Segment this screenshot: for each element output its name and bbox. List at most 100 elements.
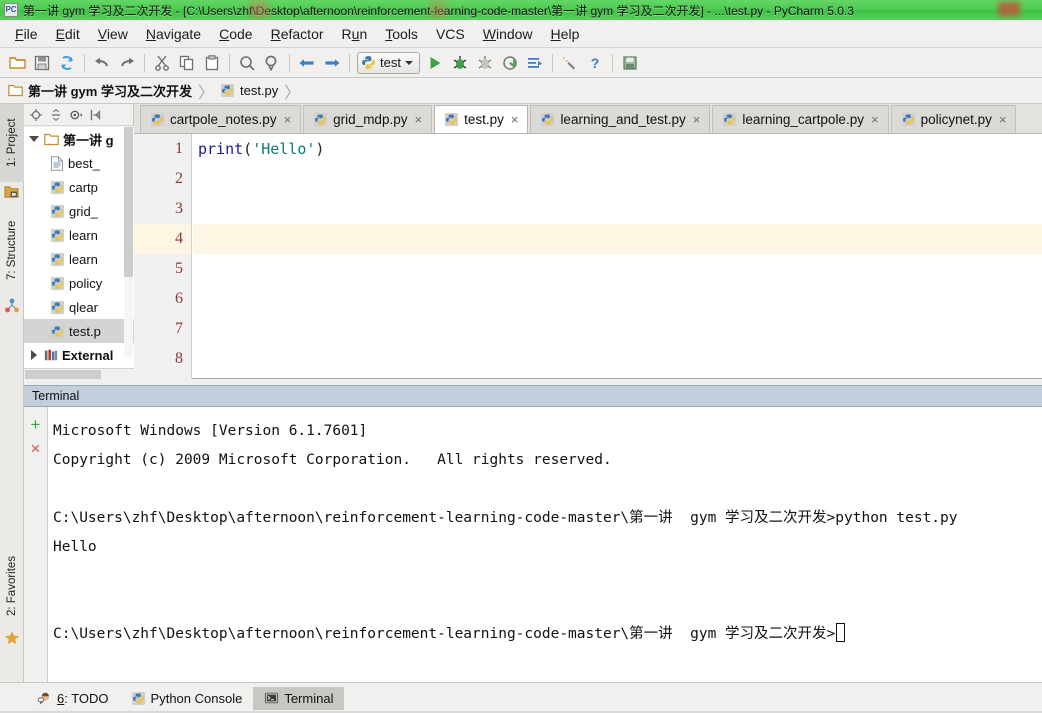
project-tree-hscrollbar[interactable] (24, 368, 134, 379)
tree-item-1[interactable]: best_ (24, 151, 134, 175)
menu-navigate[interactable]: Navigate (138, 23, 209, 45)
chevron-down-icon[interactable] (28, 136, 40, 142)
sidebar-item-project[interactable]: 1: Project (0, 104, 24, 182)
tree-item-0[interactable]: 第一讲 g (24, 127, 134, 151)
breadcrumb-item-1[interactable]: test.py (220, 83, 284, 98)
back-icon[interactable] (295, 51, 319, 75)
scrollbar-thumb[interactable] (124, 127, 133, 277)
editor-tab-learning_and_test-py[interactable]: learning_and_test.py × (530, 105, 711, 133)
redo-icon[interactable] (115, 51, 139, 75)
save-all-icon[interactable] (30, 51, 54, 75)
menu-file[interactable]: File (7, 23, 46, 45)
statusbar-6-todo[interactable]: 6: TODO (26, 687, 120, 710)
statusbar-python-console[interactable]: Python Console (120, 687, 254, 710)
breadcrumb-item-0[interactable]: 第一讲 gym 学习及二次开发 (8, 81, 198, 100)
close-icon[interactable]: × (999, 112, 1007, 127)
chevron-down-icon[interactable] (404, 60, 413, 65)
gutter-line-7[interactable]: 7 (134, 314, 191, 344)
code-editor[interactable]: 1 2 3 4 5 6 7 8 print('Hello') (134, 134, 1042, 379)
code-line-1[interactable]: print('Hello') (193, 134, 1042, 164)
tree-item-3[interactable]: grid_ (24, 199, 134, 223)
code-line-8[interactable] (193, 344, 1042, 374)
editor-tab-test-py[interactable]: test.py × (434, 105, 529, 133)
find-icon[interactable] (235, 51, 259, 75)
tree-item-2[interactable]: cartp (24, 175, 134, 199)
statusbar-terminal[interactable]: Terminal (253, 686, 345, 710)
menu-code[interactable]: Code (211, 23, 260, 45)
gutter-line-6[interactable]: 6 (134, 284, 191, 314)
menu-run[interactable]: Run (334, 23, 376, 45)
close-icon[interactable]: × (871, 112, 879, 127)
menu-window[interactable]: Window (475, 23, 541, 45)
settings-icon[interactable] (558, 51, 582, 75)
cut-icon[interactable] (150, 51, 174, 75)
run-configuration-selector[interactable]: test (357, 51, 420, 74)
collapse-all-icon[interactable] (47, 106, 65, 124)
menu-vcs[interactable]: VCS (428, 23, 473, 45)
code-line-5[interactable] (193, 254, 1042, 284)
undo-icon[interactable] (90, 51, 114, 75)
open-folder-icon[interactable] (5, 51, 29, 75)
debug-icon[interactable] (448, 51, 472, 75)
gutter-line-4[interactable]: 4 (134, 224, 191, 254)
gutter-line-2[interactable]: 2 (134, 164, 191, 194)
editor-code-area[interactable]: print('Hello') (193, 134, 1042, 379)
code-line-6[interactable] (193, 284, 1042, 314)
tree-item-4[interactable]: learn (24, 223, 134, 247)
run-icon[interactable] (423, 51, 447, 75)
run-with-icon[interactable] (523, 51, 547, 75)
paste-icon[interactable] (200, 51, 224, 75)
project-tree[interactable]: 第一讲 g best_ cartp grid_ learn learn policy qlea… (24, 127, 134, 368)
hide-panel-icon[interactable] (87, 106, 105, 124)
sync-icon[interactable] (55, 51, 79, 75)
coverage-icon[interactable] (473, 51, 497, 75)
gear-icon[interactable] (67, 106, 85, 124)
close-icon[interactable]: × (511, 112, 519, 127)
menu-tools[interactable]: Tools (377, 23, 426, 45)
editor-tab-learning_cartpole-py[interactable]: learning_cartpole.py × (712, 105, 889, 133)
forward-icon[interactable] (320, 51, 344, 75)
code-line-4[interactable] (193, 224, 1042, 254)
menu-view[interactable]: View (90, 23, 136, 45)
menu-edit[interactable]: Edit (48, 23, 88, 45)
tree-item-5[interactable]: learn (24, 247, 134, 271)
code-line-3[interactable] (193, 194, 1042, 224)
code-line-7[interactable] (193, 314, 1042, 344)
terminal-prompt-line[interactable]: C:\Users\zhf\Desktop\afternoon\reinforce… (53, 620, 1038, 649)
close-icon[interactable]: × (693, 112, 701, 127)
copy-icon[interactable] (175, 51, 199, 75)
target-icon[interactable] (27, 106, 45, 124)
tree-item-7[interactable]: qlear (24, 295, 134, 319)
save-project-icon[interactable] (618, 51, 642, 75)
gutter-line-3[interactable]: 3 (134, 194, 191, 224)
sidebar-item-favorites[interactable]: 2: Favorites (0, 544, 24, 628)
menu-refactor[interactable]: Refactor (263, 23, 332, 45)
close-icon[interactable]: × (284, 112, 292, 127)
editor-tab-policynet-py[interactable]: policynet.py × (890, 105, 1017, 133)
tree-item-6[interactable]: policy (24, 271, 134, 295)
sidebar-item-structure[interactable]: 7: Structure (0, 204, 24, 296)
tree-item-9[interactable]: External (24, 343, 134, 367)
gutter-line-8[interactable]: 8 (134, 344, 191, 374)
replace-icon[interactable] (260, 51, 284, 75)
gutter-line-1[interactable]: 1 (134, 134, 191, 164)
scrollbar-thumb[interactable] (25, 370, 101, 379)
window-controls-area[interactable] (998, 2, 1020, 16)
code-line-2[interactable] (193, 164, 1042, 194)
terminal-line-2 (53, 475, 1038, 504)
terminal-panel[interactable]: + × Microsoft Windows [Version 6.1.7601]… (24, 407, 1042, 682)
editor-gutter[interactable]: 1 2 3 4 5 6 7 8 (134, 134, 192, 379)
close-session-icon[interactable]: × (27, 439, 45, 457)
project-tree-vscrollbar[interactable] (124, 127, 133, 357)
new-session-icon[interactable]: + (27, 415, 45, 433)
menu-help[interactable]: Help (543, 23, 588, 45)
profile-icon[interactable] (498, 51, 522, 75)
tree-item-8[interactable]: test.p (24, 319, 134, 343)
editor-tab-grid_mdp-py[interactable]: grid_mdp.py × (303, 105, 433, 133)
gutter-line-5[interactable]: 5 (134, 254, 191, 284)
editor-tab-cartpole_notes-py[interactable]: cartpole_notes.py × (140, 105, 302, 133)
help-icon[interactable]: ? (583, 51, 607, 75)
chevron-right-icon[interactable] (28, 350, 40, 360)
close-icon[interactable]: × (414, 112, 422, 127)
terminal-output[interactable]: Microsoft Windows [Version 6.1.7601] Copy… (49, 407, 1042, 682)
